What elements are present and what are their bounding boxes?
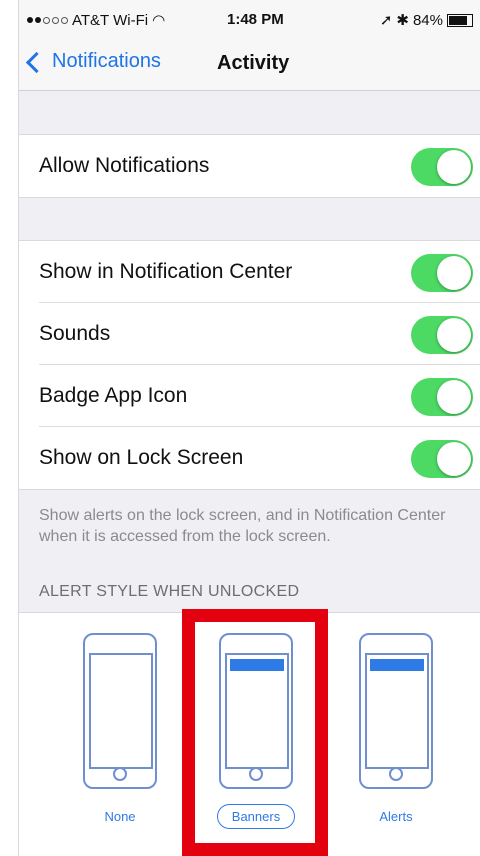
status-bar: AT&T Wi-Fi ◠ 1:48 PM ➚ ✱ 84% [19,0,480,40]
option-label-none: None [104,809,136,824]
settings-row-allow-notifications: Allow Notifications [19,135,480,197]
bluetooth-icon: ✱ [396,12,409,29]
lock-screen-footnote: Show alerts on the lock screen, and in N… [39,507,446,545]
alert-style-option-alerts[interactable]: Alerts [356,633,436,824]
page-title: Activity [217,52,290,74]
wifi-icon: ◠ [152,12,166,29]
back-button-label: Notifications [52,50,161,72]
signal-strength-icon [27,16,68,24]
allow-notifications-toggle[interactable] [411,148,473,186]
carrier-label: AT&T Wi-Fi [72,11,149,29]
option-label-alerts: Alerts [379,809,413,824]
phone-none-icon [83,633,157,789]
alert-style-header: ALERT STYLE WHEN UNLOCKED [39,583,300,600]
highlight-box [182,609,328,856]
chevron-left-icon [25,51,48,74]
battery-icon [447,13,473,27]
alert-style-option-none[interactable]: None [80,633,160,824]
phone-alert-icon [359,633,433,789]
settings-row-lock-screen: Show on Lock Screen [19,427,480,489]
navigation-bar: Notifications Activity [19,40,480,91]
row-label: Show in Notification Center [39,260,293,283]
settings-row-notification-center: Show in Notification Center [19,241,480,303]
battery-percent: 84% [412,11,443,29]
allow-notifications-group: Allow Notifications [19,134,480,198]
row-label: Sounds [39,322,111,345]
row-label: Show on Lock Screen [39,446,244,469]
badge-app-icon-toggle[interactable] [411,378,473,416]
lock-screen-toggle[interactable] [411,440,473,478]
sounds-toggle[interactable] [411,316,473,354]
location-arrow-icon: ➚ [379,12,393,29]
notification-center-toggle[interactable] [411,254,473,292]
row-label: Allow Notifications [39,154,210,177]
row-label: Badge App Icon [39,384,188,407]
back-button[interactable]: Notifications [25,50,161,74]
notification-options-group: Show in Notification Center Sounds Badge… [19,240,480,490]
status-time: 1:48 PM [227,11,284,28]
settings-row-badge-app-icon: Badge App Icon [19,365,480,427]
settings-row-sounds: Sounds [19,303,480,365]
